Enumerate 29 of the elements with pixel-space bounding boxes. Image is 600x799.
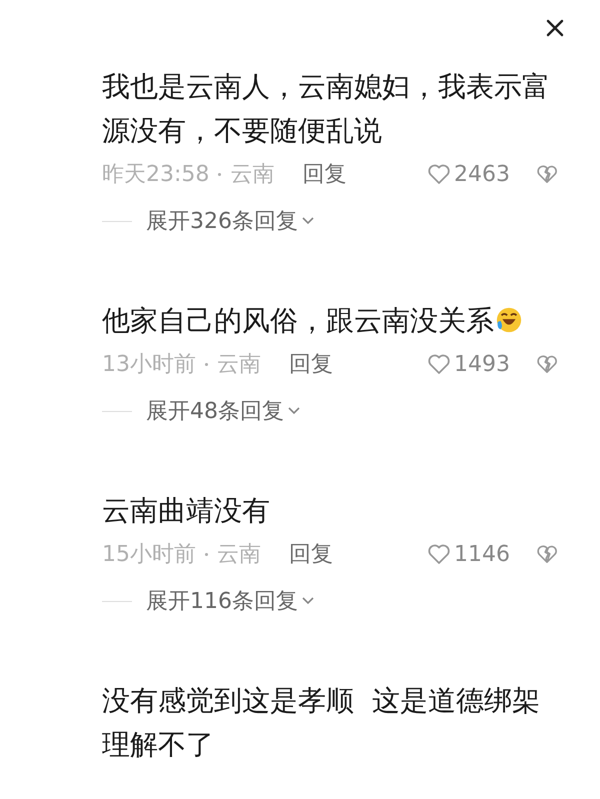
comment-location: 云南 bbox=[217, 541, 261, 569]
comment-text: 没有感觉到这是孝顺 这是道德绑架理解不了 bbox=[102, 684, 540, 761]
comment-text: 他家自己的风俗，跟云南没关系 bbox=[102, 304, 523, 337]
comment-location: 云南 bbox=[230, 161, 274, 189]
heart-icon[interactable] bbox=[427, 163, 451, 185]
expand-replies-button[interactable]: 展开116条回复 bbox=[146, 586, 315, 616]
like-count: 2463 bbox=[454, 162, 511, 186]
heart-icon[interactable] bbox=[427, 543, 451, 565]
comment-time: 13小时前 bbox=[102, 351, 196, 379]
expand-replies-button[interactable]: 展开326条回复 bbox=[146, 206, 315, 236]
comment-text: 我也是云南人，云南媳妇，我表示富源没有，不要随便乱说 bbox=[102, 70, 550, 147]
like-count: 1493 bbox=[454, 352, 511, 376]
reply-button[interactable]: 回复 bbox=[289, 349, 333, 379]
chevron-down-icon[interactable] bbox=[287, 406, 301, 416]
heart-icon[interactable] bbox=[427, 353, 451, 375]
chevron-down-icon[interactable] bbox=[301, 596, 315, 606]
broken-heart-icon[interactable] bbox=[536, 164, 558, 184]
broken-heart-icon[interactable] bbox=[536, 544, 558, 564]
reply-button[interactable]: 回复 bbox=[289, 539, 333, 569]
reply-button[interactable]: 回复 bbox=[302, 159, 346, 189]
chevron-down-icon[interactable] bbox=[301, 216, 315, 226]
comment-location: 云南 bbox=[217, 351, 261, 379]
comment-time: 15小时前 bbox=[102, 541, 196, 569]
broken-heart-icon[interactable] bbox=[536, 354, 558, 374]
close-icon[interactable] bbox=[545, 18, 565, 38]
like-count: 1146 bbox=[454, 542, 511, 566]
expand-replies-button[interactable]: 展开48条回复 bbox=[146, 396, 301, 426]
comment-text: 云南曲靖没有 bbox=[102, 494, 270, 527]
comment-time: 昨天23:58 bbox=[102, 161, 210, 189]
